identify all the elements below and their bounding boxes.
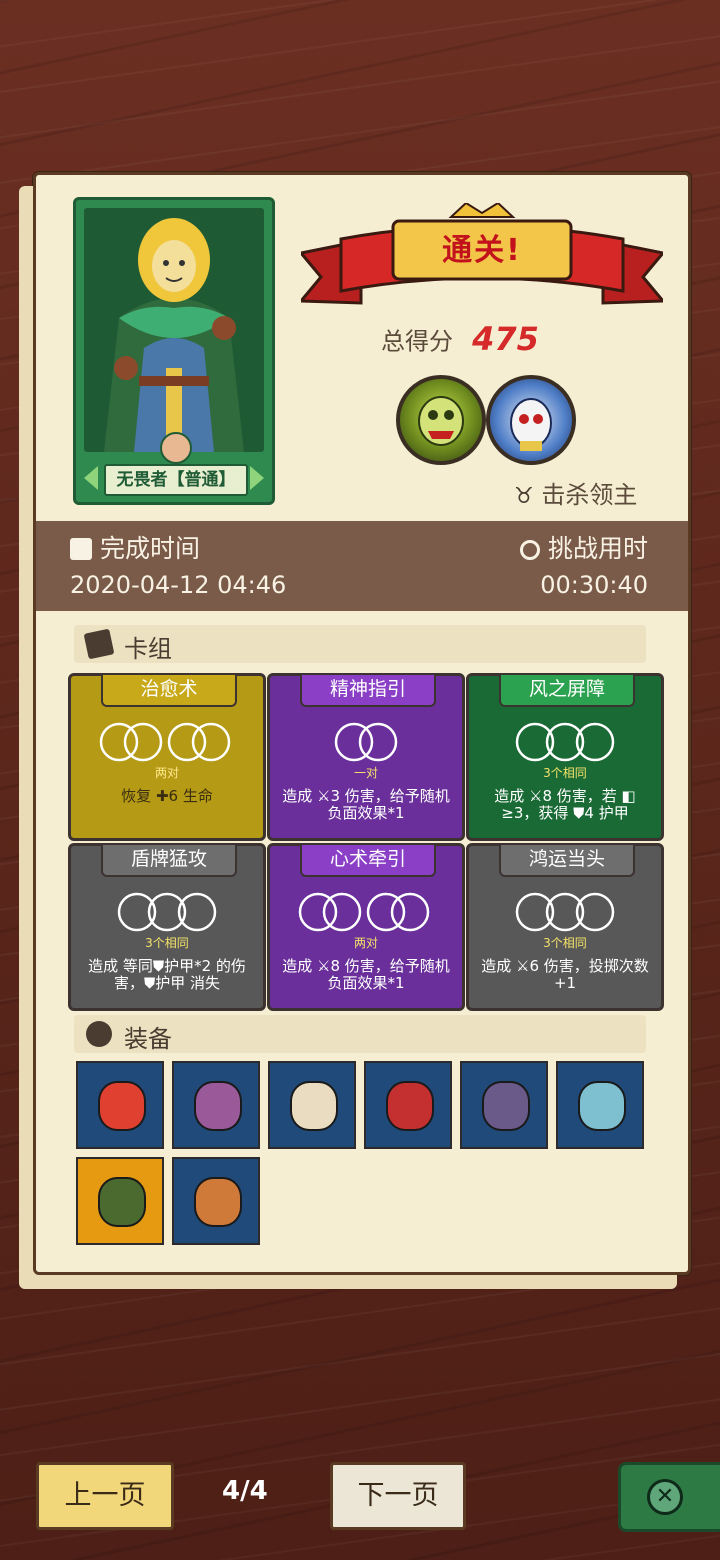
card-5[interactable]: 鸿运当头 3个相同造成 ⚔6 伤害，投掷次数+1: [466, 843, 664, 1011]
score-label: 总得分: [381, 327, 453, 356]
result-panel: 无畏者【普通】 通关! 总得分 475 ♉ 击杀领主 完成时间 2020-04-…: [33, 172, 691, 1275]
hero-next-arrow-icon[interactable]: [250, 466, 264, 490]
card-2[interactable]: 风之屏障 3个相同造成 ⚔8 伤害，若 ◧ ≥3，获得 ⛊4 护甲: [466, 673, 664, 841]
horned-skull-icon: ♉: [514, 484, 534, 509]
next-page-button[interactable]: 下一页: [330, 1462, 466, 1530]
equipment-slot[interactable]: [172, 1061, 260, 1149]
dice-slots-icon: [99, 722, 231, 762]
equipment-slot[interactable]: [460, 1061, 548, 1149]
stopwatch-icon: [519, 540, 540, 560]
equipment-slot[interactable]: [364, 1061, 452, 1149]
red-shield-icon: [386, 1081, 434, 1131]
axe-icon: [578, 1081, 626, 1131]
challenge-time-label: 挑战用时: [519, 529, 648, 565]
finish-time-value: 2020-04-12 04:46: [70, 571, 287, 599]
score-row: 总得分 475: [381, 320, 539, 360]
gear-bones-icon: [86, 1021, 112, 1047]
card-combo: 两对: [154, 766, 179, 780]
close-button[interactable]: ✕: [618, 1462, 720, 1532]
challenge-time-value: 00:30:40: [540, 571, 648, 599]
hero-card[interactable]: 无畏者【普通】: [73, 197, 275, 505]
fire-scroll-icon: [290, 1081, 338, 1131]
card-3[interactable]: 盾牌猛攻 3个相同造成 等同⛊护甲*2 的伤害，⛊护甲 消失: [68, 843, 266, 1011]
card-combo: 3个相同: [543, 936, 587, 950]
equipment-slot[interactable]: [76, 1061, 164, 1149]
card-effect: 造成 ⚔8 伤害，若 ◧ ≥3，获得 ⛊4 护甲: [494, 787, 636, 822]
dice-slots-icon: [334, 722, 398, 762]
dice-slots-icon: [515, 892, 615, 932]
page-indicator: 4/4: [222, 1476, 268, 1506]
hero-emblem-icon: [160, 432, 192, 464]
equipment-slot[interactable]: [76, 1157, 164, 1245]
kill-boss-label: ♉ 击杀领主: [514, 481, 638, 509]
gem-shield-icon: [482, 1081, 530, 1131]
equipment-slot[interactable]: [172, 1157, 260, 1245]
cards-icon: [83, 628, 115, 660]
green-mask-icon: [98, 1177, 146, 1227]
card-name: 风之屏障: [499, 673, 635, 707]
card-name: 精神指引: [300, 673, 436, 707]
boss-portrait-2[interactable]: [486, 375, 576, 465]
film-icon: [70, 538, 92, 560]
boss-portrait-1[interactable]: [396, 375, 486, 465]
victory-banner: 通关!: [297, 201, 667, 313]
hero-portrait: [84, 208, 264, 452]
banner-title: 通关!: [442, 233, 522, 268]
card-effect: 造成 ⚔6 伤害，投掷次数+1: [481, 957, 649, 992]
card-effect: 造成 ⚔3 伤害，给予随机负面效果*1: [282, 787, 450, 822]
card-name: 鸿运当头: [499, 843, 635, 877]
card-1[interactable]: 精神指引一对造成 ⚔3 伤害，给予随机负面效果*1: [267, 673, 465, 841]
skull-rocket-icon: [98, 1081, 146, 1131]
prev-page-button[interactable]: 上一页: [36, 1462, 174, 1530]
card-effect: 造成 ⚔8 伤害，给予随机负面效果*1: [282, 957, 450, 992]
card-name: 盾牌猛攻: [101, 843, 237, 877]
card-name: 心术牵引: [300, 843, 436, 877]
equipment-header: 装备: [74, 1015, 646, 1053]
ore-rock-icon: [194, 1177, 242, 1227]
card-4[interactable]: 心术牵引两对造成 ⚔8 伤害，给予随机负面效果*1: [267, 843, 465, 1011]
finish-time-label: 完成时间: [70, 529, 200, 565]
card-combo: 3个相同: [543, 766, 587, 780]
hero-prev-arrow-icon[interactable]: [84, 466, 98, 490]
deck-header: 卡组: [74, 625, 646, 663]
card-combo: 两对: [353, 936, 378, 950]
dice-slots-icon: [117, 892, 217, 932]
equipment-slot[interactable]: [268, 1061, 356, 1149]
dice-slots-icon: [298, 892, 430, 932]
time-bar: 完成时间 2020-04-12 04:46 挑战用时 00:30:40: [36, 521, 688, 611]
hero-name: 无畏者【普通】: [104, 464, 248, 496]
score-value: 475: [472, 320, 539, 358]
card-name: 治愈术: [101, 673, 237, 707]
card-combo: 一对: [353, 766, 378, 780]
card-effect: 恢复 ✚6 生命: [121, 787, 213, 805]
card-effect: 造成 等同⛊护甲*2 的伤害，⛊护甲 消失: [88, 957, 246, 992]
card-combo: 3个相同: [145, 936, 189, 950]
close-icon: ✕: [647, 1479, 683, 1515]
dice-slots-icon: [515, 722, 615, 762]
card-0[interactable]: 治愈术两对恢复 ✚6 生命: [68, 673, 266, 841]
equipment-slot[interactable]: [556, 1061, 644, 1149]
wheel-shield-icon: [194, 1081, 242, 1131]
